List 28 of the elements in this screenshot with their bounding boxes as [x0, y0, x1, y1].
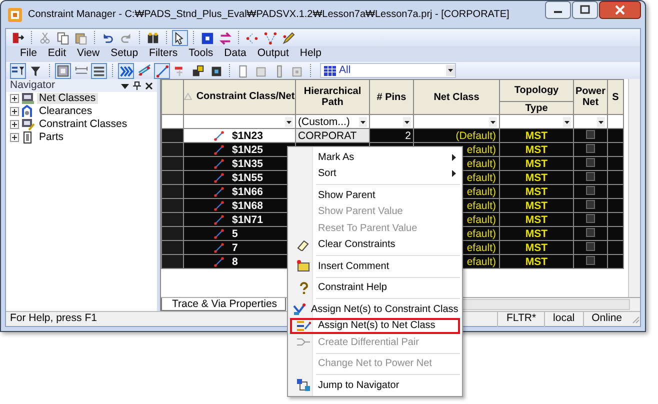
path-text: CORPORAT: [298, 130, 357, 142]
net-class-text: efault): [466, 242, 496, 254]
net-class-text: efault): [466, 172, 496, 184]
topology-text: MST: [525, 144, 548, 156]
topology-text: MST: [525, 228, 548, 240]
window-title: Constraint Manager - C:₩PADS_Stnd_Plus_Eval₩PADSVX.1.2₩Lesson7a₩Lesson7a.prj - [CORPORATE]: [28, 8, 510, 22]
panel-title: Navigator: [10, 78, 56, 93]
topology-text: MST: [525, 130, 548, 142]
net-class-text: efault): [466, 214, 496, 226]
net-class-text: efault): [466, 186, 496, 198]
status-pane: FLTR*: [497, 311, 544, 327]
topology-text: MST: [525, 186, 548, 198]
net-class-text: efault): [466, 256, 496, 268]
status-pane: local: [544, 311, 583, 327]
topology-text: MST: [525, 256, 548, 268]
status-text: For Help, press F1: [9, 311, 97, 326]
topology-text: MST: [525, 172, 548, 184]
topology-text: MST: [525, 214, 548, 226]
net-class-text: efault): [466, 158, 496, 170]
topology-text: MST: [525, 158, 548, 170]
status-pane: Online: [582, 311, 630, 327]
topology-text: MST: [525, 242, 548, 254]
pin-count: 2: [405, 130, 411, 142]
net-class-text: efault): [466, 144, 496, 156]
net-class-text: efault): [466, 200, 496, 212]
net-class-text: (Default): [456, 130, 496, 142]
net-class-text: efault): [466, 228, 496, 240]
topology-text: MST: [525, 200, 548, 212]
